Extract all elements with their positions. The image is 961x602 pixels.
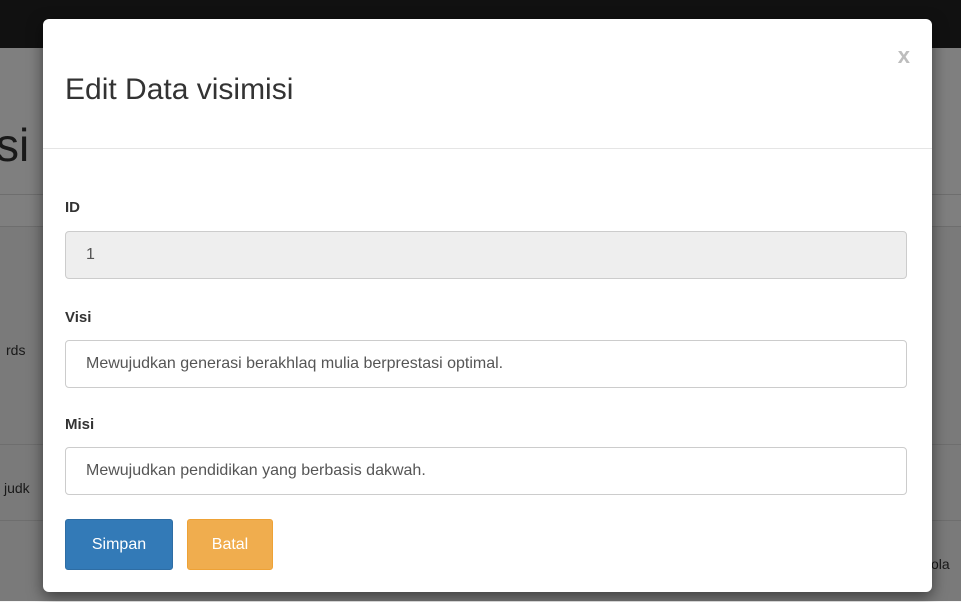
close-button[interactable]: x bbox=[898, 45, 910, 67]
modal-header: Edit Data visimisi x bbox=[43, 19, 932, 149]
id-field[interactable]: 1 bbox=[65, 231, 907, 279]
misi-field[interactable]: Mewujudkan pendidikan yang berbasis dakw… bbox=[65, 447, 907, 495]
misi-value: Mewujudkan pendidikan yang berbasis dakw… bbox=[86, 462, 426, 479]
id-label: ID bbox=[65, 199, 80, 216]
visi-value: Mewujudkan generasi berakhlaq mulia berp… bbox=[86, 355, 504, 372]
edit-modal: Edit Data visimisi x ID 1 Visi Mewujudka… bbox=[43, 19, 932, 592]
cancel-button[interactable]: Batal bbox=[187, 519, 273, 570]
visi-label: Visi bbox=[65, 309, 92, 326]
id-value: 1 bbox=[86, 246, 95, 263]
save-button[interactable]: Simpan bbox=[65, 519, 173, 570]
modal-title: Edit Data visimisi bbox=[65, 73, 294, 106]
visi-field[interactable]: Mewujudkan generasi berakhlaq mulia berp… bbox=[65, 340, 907, 388]
misi-label: Misi bbox=[65, 416, 95, 433]
